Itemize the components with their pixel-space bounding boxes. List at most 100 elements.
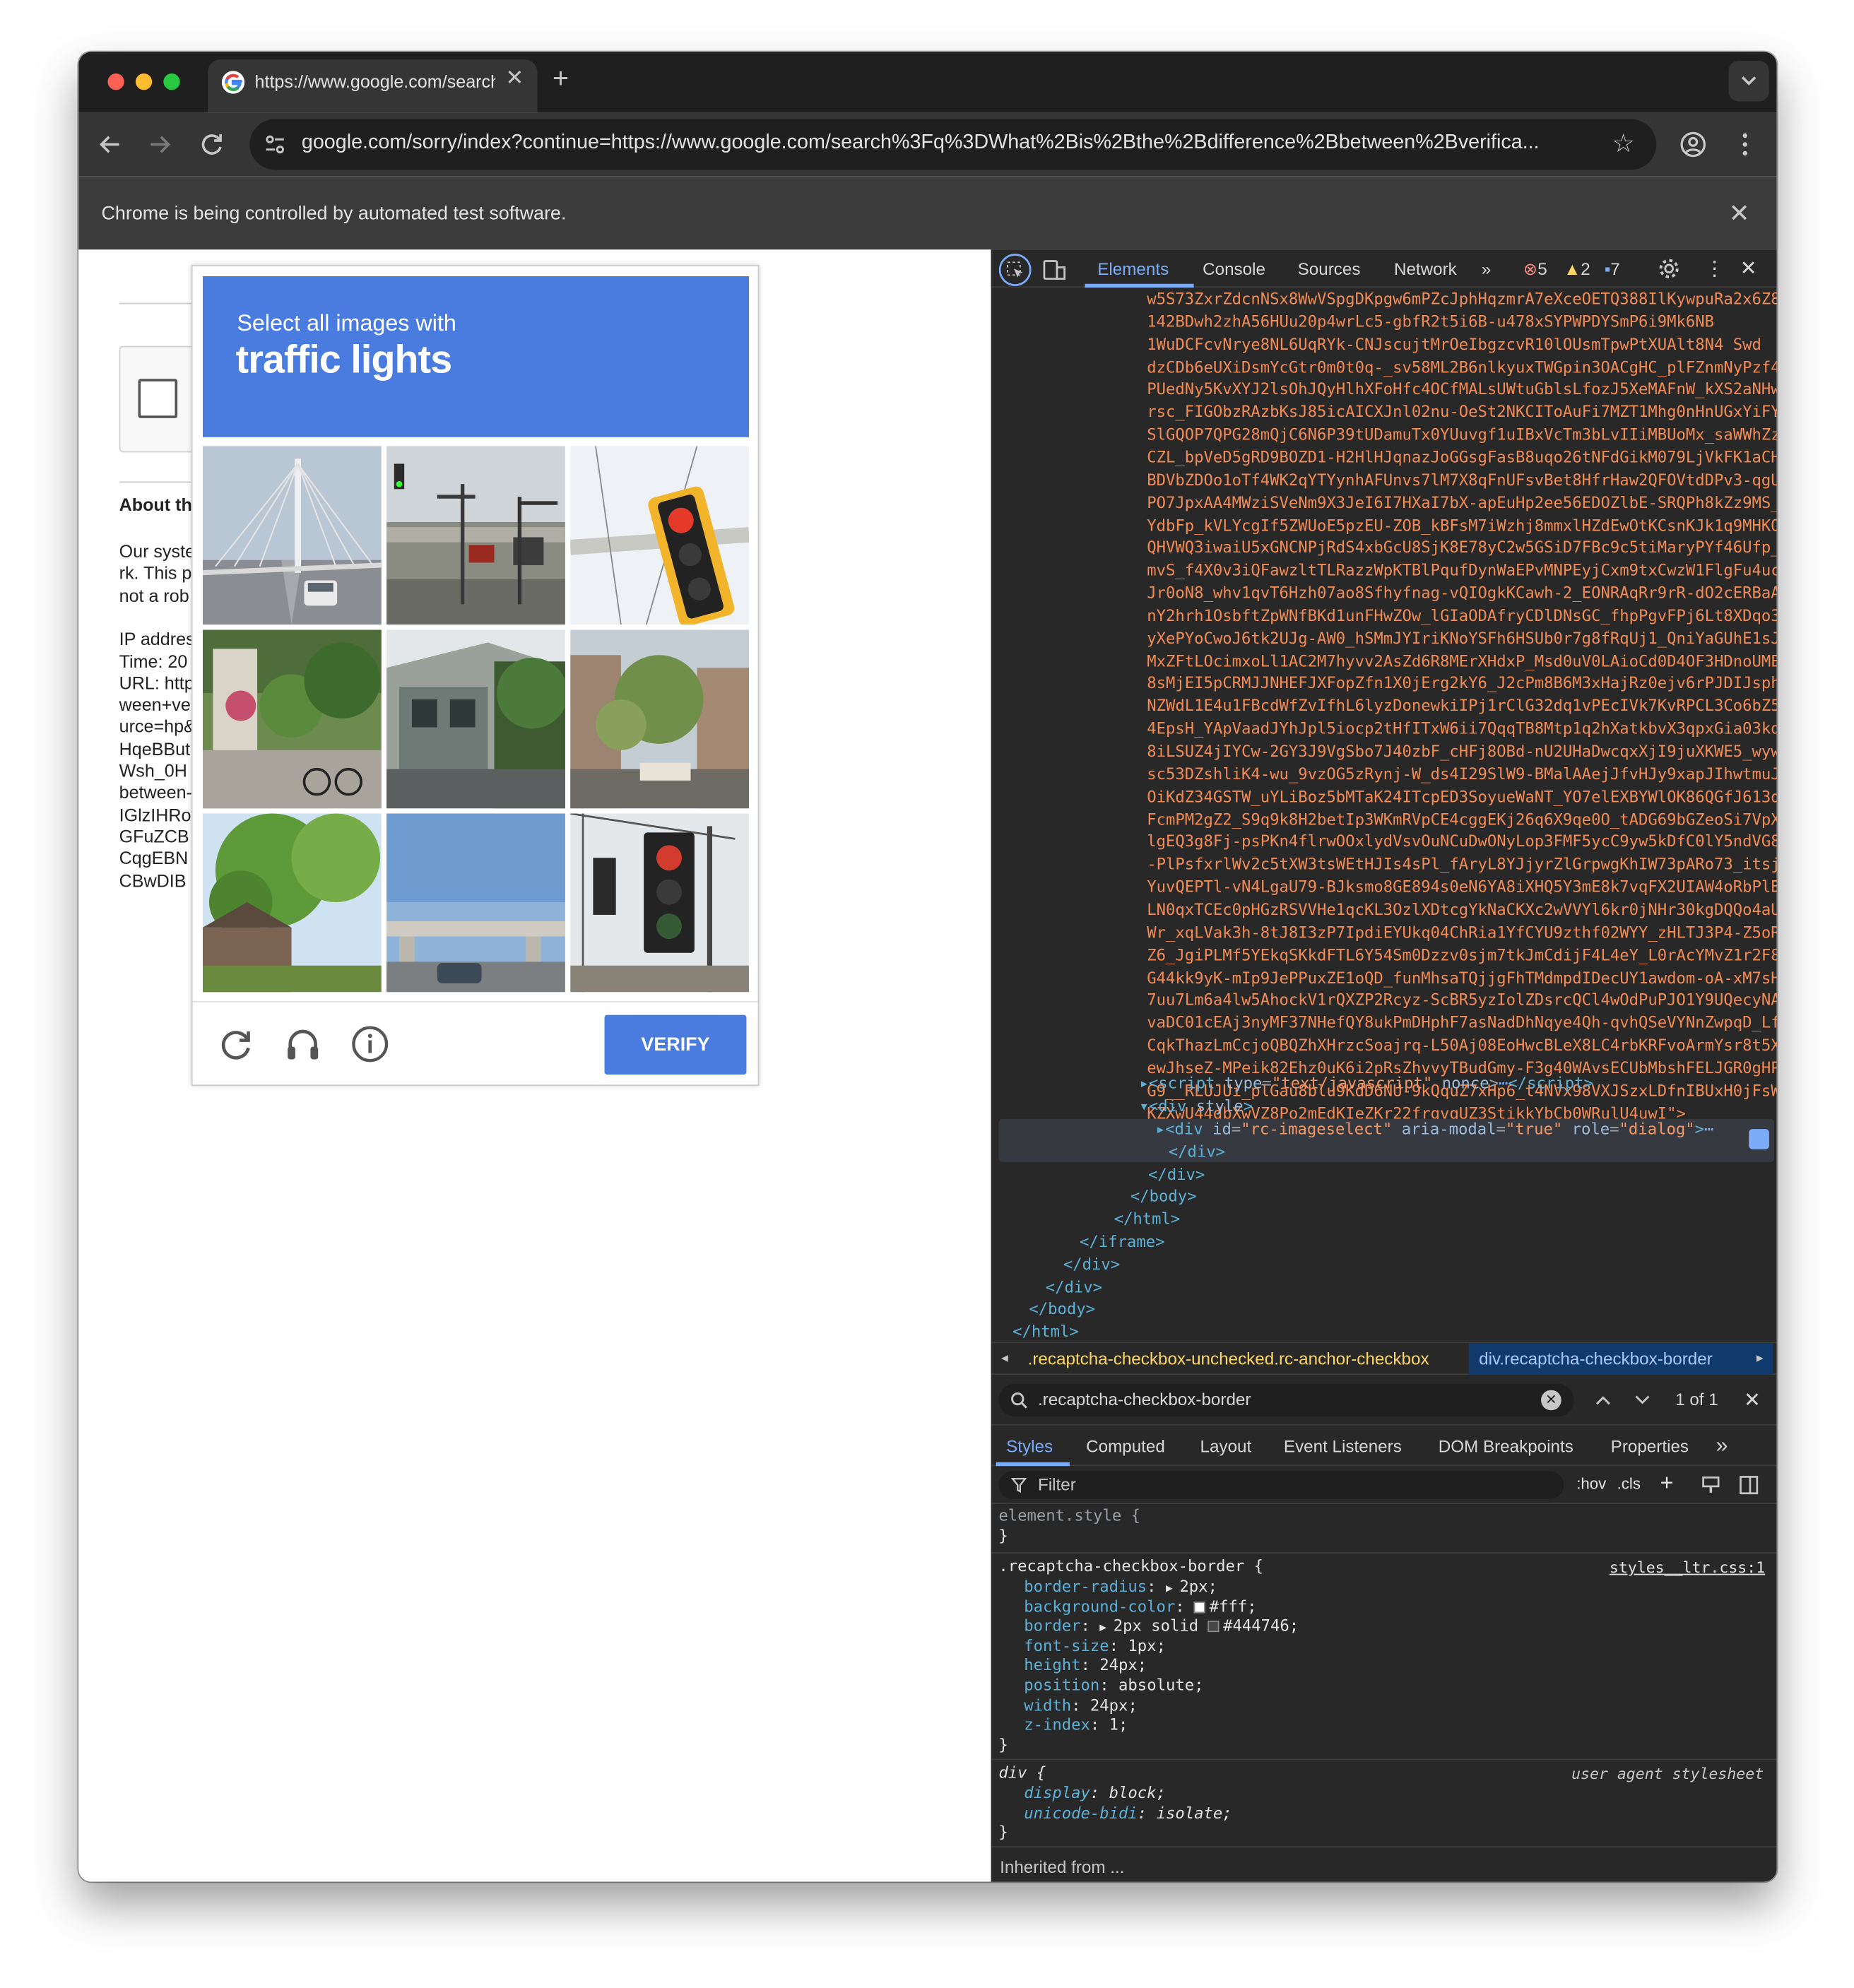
divider — [119, 481, 196, 483]
browser-tab[interactable]: https://www.google.com/search?q=What+is+… — [208, 59, 538, 113]
tab-event-listeners[interactable]: Event Listeners — [1284, 1437, 1402, 1456]
token-line: Jr0oN8_whv1qvT6Hzh07ao8Sfhyfnag-vQIOgkKC… — [1147, 583, 1777, 603]
tab-sources[interactable]: Sources — [1298, 260, 1361, 279]
token-line: 142BDwh2zhA56HUu20p4wrLc5-gbfR2t5i6B-u47… — [1147, 311, 1715, 331]
tab-layout[interactable]: Layout — [1200, 1437, 1252, 1456]
captcha-tile-7[interactable] — [202, 813, 382, 993]
message-count[interactable]: ▪7 — [1605, 260, 1620, 279]
page-text-line: ween+ve — [119, 694, 191, 715]
captcha-tile-4[interactable] — [202, 629, 382, 809]
ai-assist-icon[interactable] — [1749, 1129, 1769, 1149]
css-property[interactable]: width: 24px; — [1024, 1695, 1138, 1715]
devtools-tabbar: Elements Console Sources Network » ⊗5 ▲2… — [991, 249, 1777, 288]
imageselect-node[interactable]: ▸<div id="rc-imageselect" aria-modal="tr… — [1156, 1118, 1714, 1140]
clear-search-icon[interactable]: ✕ — [1541, 1390, 1561, 1411]
brace: } — [998, 1822, 1008, 1842]
maximize-window-button[interactable] — [163, 73, 180, 90]
cls-toggle[interactable]: .cls — [1617, 1475, 1641, 1493]
new-tab-button[interactable]: + — [553, 62, 569, 95]
element-style-selector[interactable]: element.style { — [998, 1505, 1140, 1525]
bookmark-star-icon[interactable]: ☆ — [1612, 128, 1634, 160]
tab-network[interactable]: Network — [1394, 260, 1457, 279]
breadcrumb-item-2[interactable]: div.recaptcha-checkbox-border — [1479, 1349, 1713, 1368]
new-rule-icon[interactable]: + — [1660, 1470, 1674, 1497]
captcha-tile-3[interactable] — [570, 446, 750, 625]
tab-elements[interactable]: Elements — [1097, 260, 1169, 279]
audio-challenge-icon[interactable] — [283, 1024, 323, 1064]
reload-challenge-icon[interactable] — [215, 1024, 256, 1064]
script-node[interactable]: ▸<script type="text/javascript" nonce>⋯<… — [1139, 1072, 1593, 1094]
div-style-node[interactable]: ▾<div style> — [1139, 1095, 1253, 1118]
close-search-icon[interactable]: ✕ — [1744, 1388, 1761, 1413]
elements-tree: w5S73ZxrZdcnNSx8WwVSpgDKpgw6mPZcJphHqzmr… — [991, 288, 1777, 1342]
captcha-grid — [202, 446, 750, 993]
token-line: 8iLSUZ4jIYCw-2GY3J9VgSbo7J40zbF_cHFj8OBd… — [1147, 741, 1777, 761]
search-prev-icon[interactable] — [1593, 1390, 1614, 1411]
device-toolbar-icon[interactable] — [1041, 257, 1067, 283]
element-state-icon[interactable] — [1701, 1475, 1721, 1496]
captcha-tile-8[interactable] — [386, 813, 565, 993]
close-tab-icon[interactable]: ✕ — [506, 66, 524, 91]
site-settings-icon[interactable] — [262, 132, 288, 158]
breadcrumb: ◂ .recaptcha-checkbox-unchecked.rc-ancho… — [991, 1342, 1777, 1375]
dom-search-bar: .recaptcha-checkbox-border ✕ 1 of 1 ✕ — [991, 1375, 1777, 1426]
styles-filter-bar: Filter :hov .cls + — [991, 1466, 1777, 1505]
close-tag: </div> — [1168, 1142, 1225, 1161]
close-infobar-icon[interactable]: ✕ — [1728, 198, 1749, 230]
token-line: mvS_f4X0v3iQFawzltTLRazzWpKTBlPqufDynWaE… — [1147, 560, 1777, 580]
rule-selector[interactable]: .recaptcha-checkbox-border { — [998, 1556, 1263, 1576]
more-tabs-icon[interactable]: » — [1482, 260, 1491, 279]
minimize-window-button[interactable] — [135, 73, 153, 90]
styles-filter-input[interactable]: Filter — [998, 1471, 1564, 1499]
sidebar-toggle-icon[interactable] — [1739, 1475, 1759, 1496]
rule-source-link[interactable]: styles__ltr.css:1 — [1610, 1558, 1765, 1578]
tab-computed[interactable]: Computed — [1086, 1437, 1165, 1456]
inspect-element-icon[interactable] — [998, 254, 1032, 287]
token-line: YuvQEPTl-vN4LgaU79-BJksmo8GE894s0eN6YA8i… — [1147, 877, 1777, 897]
rule-divider — [991, 1552, 1777, 1554]
settings-gear-icon[interactable] — [1658, 257, 1680, 280]
css-property[interactable]: background-color: #fff; — [1024, 1596, 1256, 1616]
hov-toggle[interactable]: :hov — [1576, 1475, 1606, 1493]
browser-window: https://www.google.com/search?q=What+is+… — [78, 52, 1777, 1882]
tab-dom-breakpoints[interactable]: DOM Breakpoints — [1439, 1437, 1573, 1456]
address-bar[interactable]: google.com/sorry/index?continue=https://… — [249, 119, 1657, 170]
tab-styles[interactable]: Styles — [1006, 1437, 1053, 1456]
back-button[interactable] — [91, 126, 129, 164]
captcha-tile-9[interactable] — [570, 813, 750, 993]
dom-search-value: .recaptcha-checkbox-border — [1037, 1390, 1251, 1409]
tab-search-button[interactable] — [1728, 61, 1769, 102]
error-count[interactable]: ⊗5 — [1523, 260, 1547, 280]
css-property[interactable]: height: 24px; — [1024, 1655, 1147, 1675]
tab-console[interactable]: Console — [1203, 260, 1265, 279]
devtools-menu-icon[interactable]: ⋮ — [1704, 256, 1725, 281]
close-devtools-icon[interactable]: ✕ — [1740, 256, 1757, 281]
verify-button[interactable]: VERIFY — [604, 1014, 747, 1075]
captcha-tile-2[interactable] — [386, 446, 565, 625]
warning-count[interactable]: ▲2 — [1564, 260, 1590, 279]
breadcrumb-left-icon[interactable]: ◂ — [1001, 1349, 1008, 1366]
info-icon[interactable] — [350, 1024, 390, 1064]
search-next-icon[interactable] — [1632, 1390, 1653, 1411]
breadcrumb-right-icon[interactable]: ▸ — [1756, 1349, 1764, 1366]
profile-icon[interactable] — [1674, 126, 1712, 164]
tab-properties[interactable]: Properties — [1611, 1437, 1689, 1456]
breadcrumb-item-1[interactable]: .recaptcha-checkbox-unchecked.rc-anchor-… — [1028, 1349, 1429, 1368]
forward-button[interactable] — [141, 126, 179, 164]
css-property[interactable]: position: absolute; — [1024, 1675, 1203, 1695]
css-property[interactable]: z-index: 1; — [1024, 1715, 1128, 1734]
token-line: 4EpsH_YApVaadJYhJpl5iocp2tHfITxW6ii7QqqT… — [1147, 718, 1777, 738]
close-window-button[interactable] — [107, 73, 124, 90]
css-property[interactable]: font-size: 1px; — [1024, 1635, 1166, 1655]
more-menu-icon[interactable] — [1726, 126, 1764, 164]
reload-button[interactable] — [193, 126, 231, 164]
captcha-tile-5[interactable] — [386, 629, 565, 809]
more-style-tabs-icon[interactable]: » — [1716, 1433, 1728, 1459]
captcha-tile-1[interactable] — [202, 446, 382, 625]
captcha-tile-6[interactable] — [570, 629, 750, 809]
recaptcha-checkbox[interactable] — [138, 379, 178, 418]
page-text-line: URL: http — [119, 673, 194, 693]
google-favicon-icon — [221, 71, 245, 94]
page-text-line: CqgEBN — [119, 848, 189, 868]
dom-search-input[interactable]: .recaptcha-checkbox-border ✕ — [998, 1383, 1574, 1417]
